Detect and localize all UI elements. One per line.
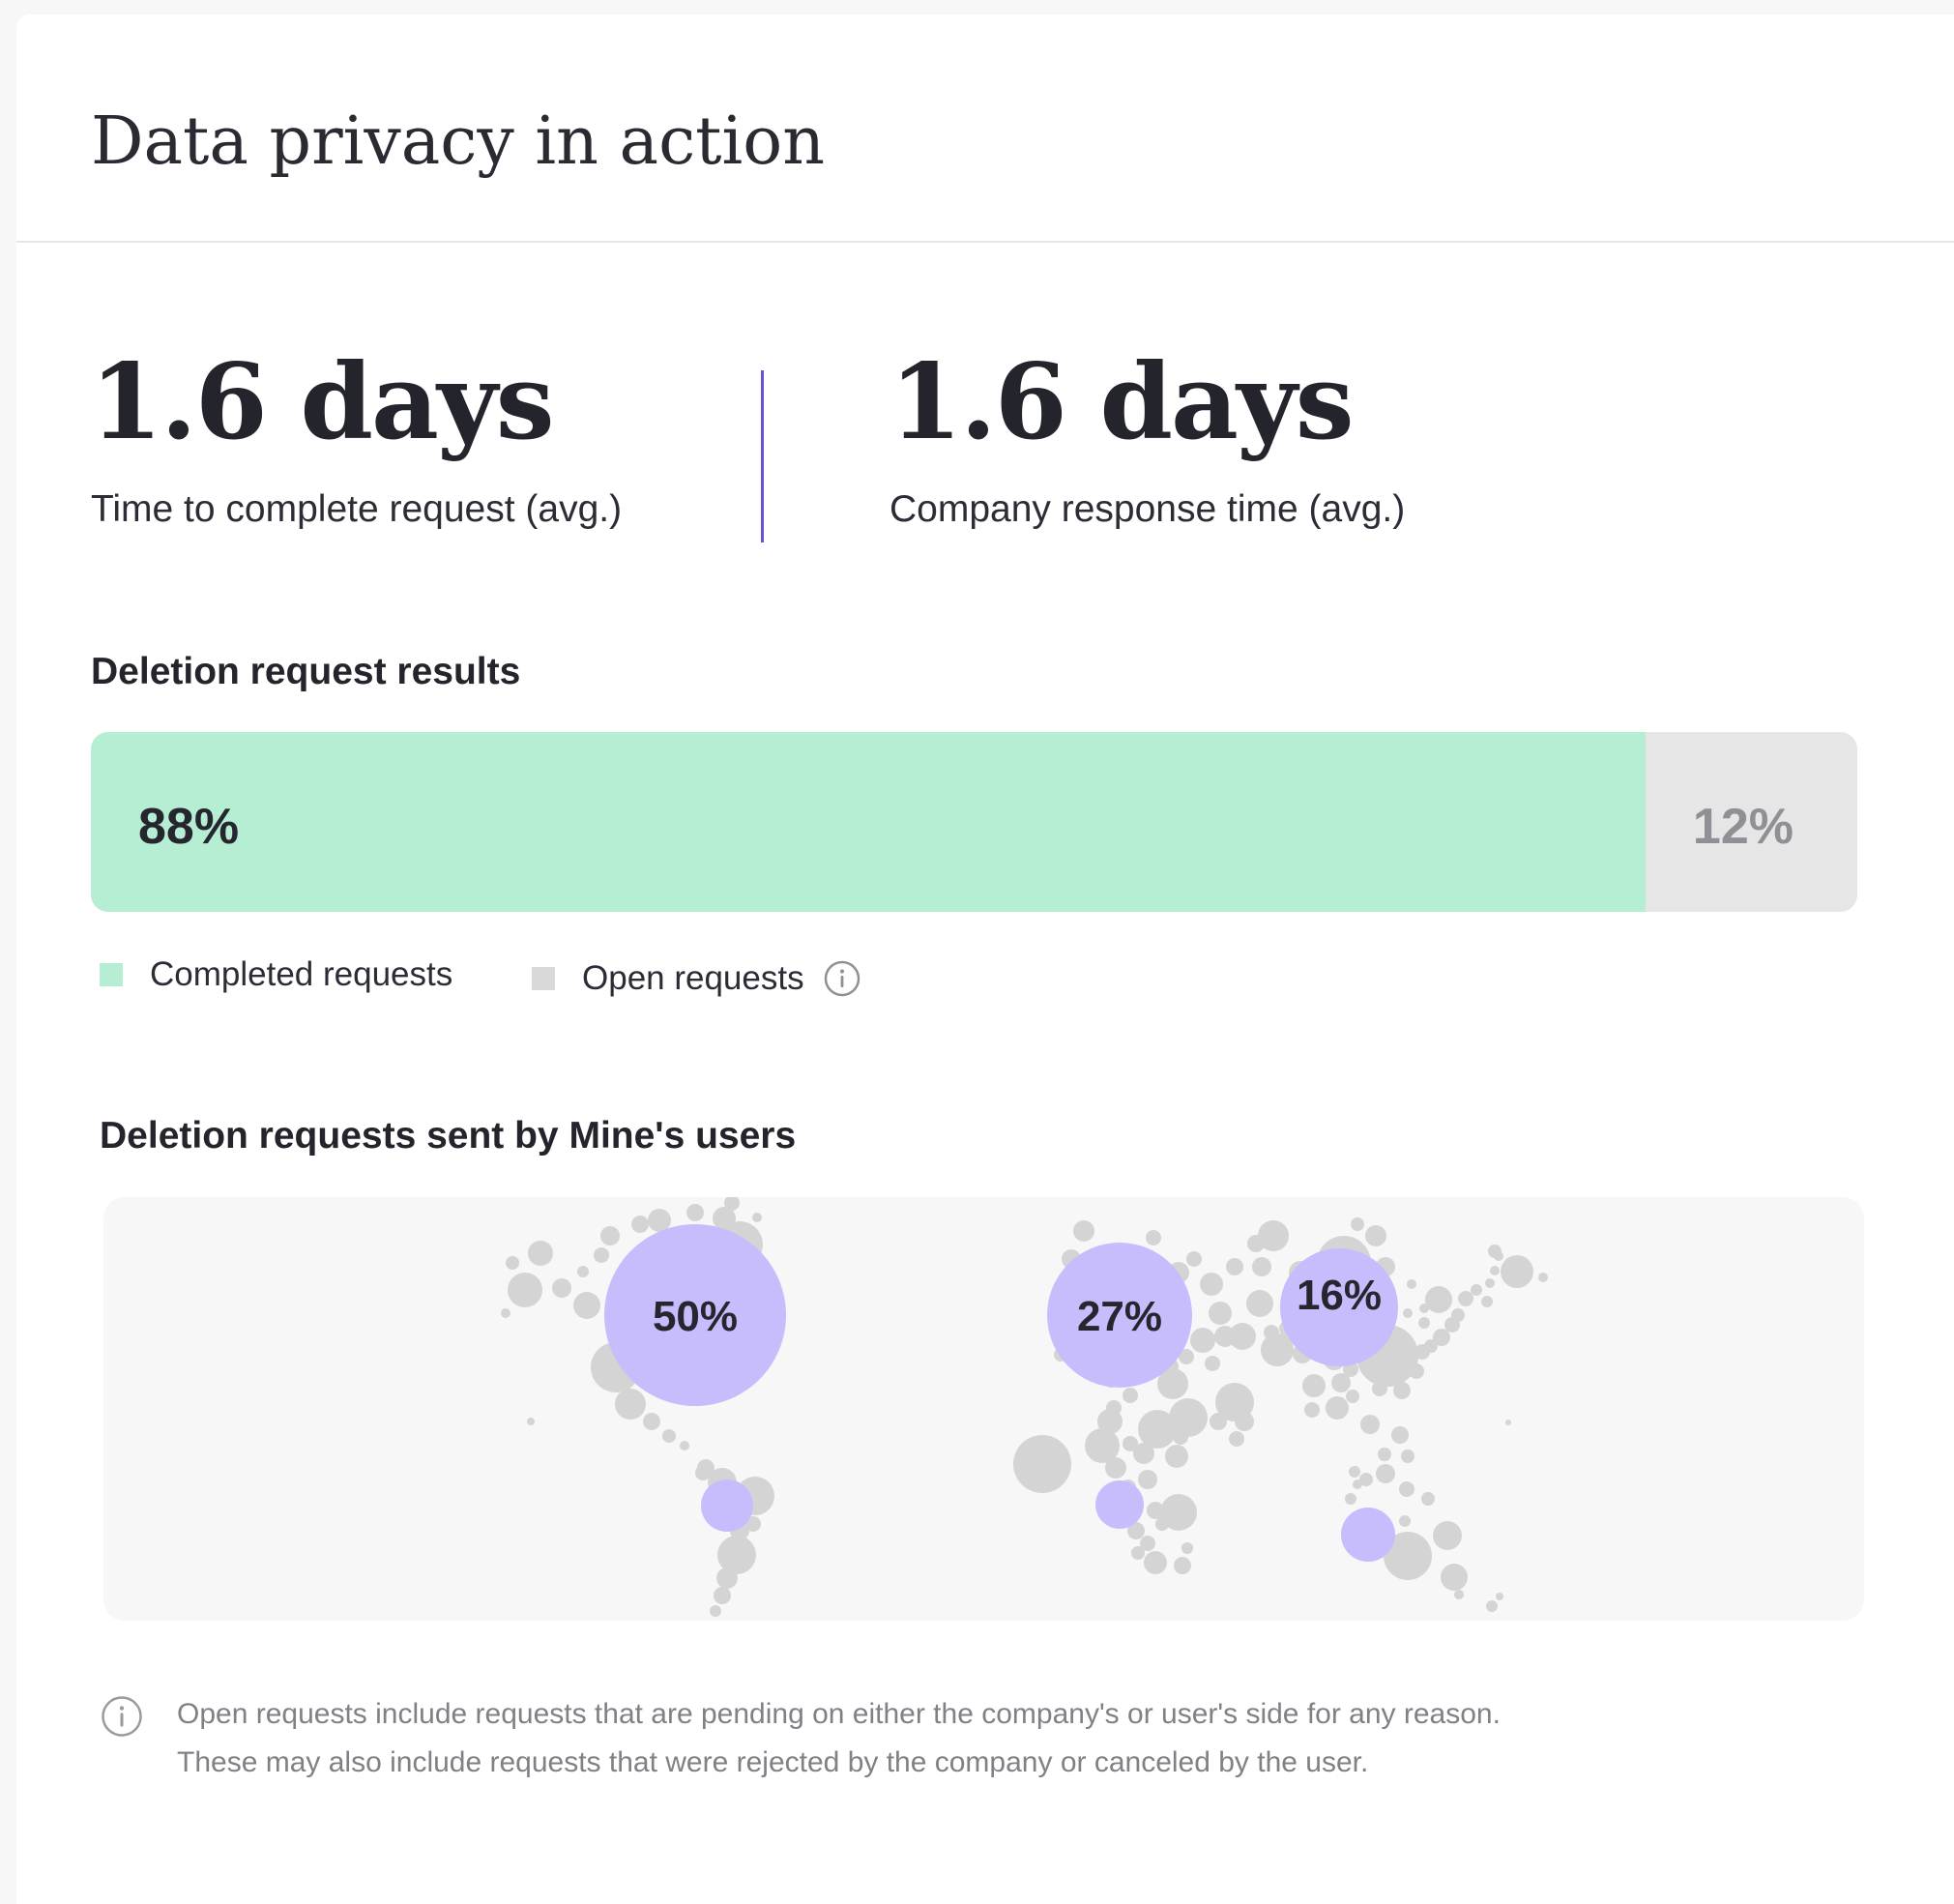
response-time-label: Company response time (avg.) [890,488,1406,530]
south-america-bubble [701,1479,753,1532]
oceania-bubble [1341,1508,1395,1562]
footnote-line-1: Open requests include requests that are … [177,1698,1501,1730]
completed-bar-segment [91,732,1646,912]
stats-divider [761,370,764,542]
completion-time-label: Time to complete request (avg.) [91,488,623,530]
info-icon[interactable] [824,960,860,997]
data-privacy-card: Data privacy in action 1.6 days Time to … [16,15,1954,1904]
card-title: Data privacy in action [91,103,825,180]
footnote-info-icon [101,1695,143,1738]
legend-completed-label: Completed requests [150,955,453,993]
completion-time-value: 1.6 days [90,341,555,463]
north-america-percent: 50% [653,1293,738,1340]
card-header: Data privacy in action [16,15,1954,243]
deletion-results-bar: 88% 12% [91,732,1857,912]
legend-open-label: Open requests [582,959,804,997]
open-percent-label: 12% [1692,799,1794,855]
deletion-results-title: Deletion request results [91,651,521,692]
completed-percent-label: 88% [138,799,240,855]
world-dot-map: 50% 27% 16% [501,1197,1548,1617]
legend-completed: Completed requests [100,951,452,999]
europe-percent: 27% [1077,1293,1162,1340]
legend-open: Open requests [532,954,860,1003]
response-time-value: 1.6 days [890,341,1355,463]
africa-bubble [1095,1480,1144,1529]
map-section-title: Deletion requests sent by Mine's users [100,1115,797,1157]
asia-percent: 16% [1297,1272,1382,1319]
world-map-panel: 50% 27% 16% [103,1197,1864,1621]
footnote-line-2: These may also include requests that wer… [177,1746,1369,1778]
region-bubbles [604,1224,1398,1562]
open-swatch [532,967,555,990]
completed-swatch [100,963,123,986]
